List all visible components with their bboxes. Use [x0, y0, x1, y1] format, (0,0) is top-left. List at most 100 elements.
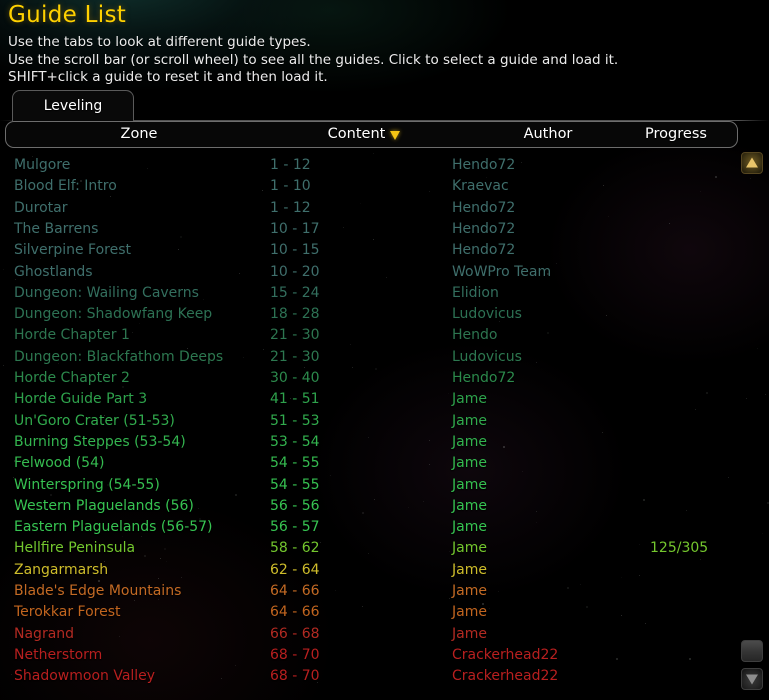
cell-author: Jame	[452, 476, 487, 493]
cell-author: Jame	[452, 540, 487, 557]
table-row[interactable]: Shadowmoon Valley 68 - 70 Crackerhead22	[0, 666, 733, 687]
cell-content: 41 - 51	[270, 391, 320, 408]
table-row[interactable]: Eastern Plaguelands (56-57) 56 - 57 Jame	[0, 517, 733, 538]
cell-zone: Ghostlands	[14, 263, 93, 280]
scroll-down-button[interactable]	[741, 668, 763, 690]
table-row[interactable]: Netherstorm 68 - 70 Crackerhead22	[0, 645, 733, 666]
table-row[interactable]: Felwood (54) 54 - 55 Jame	[0, 453, 733, 474]
cell-author: Jame	[452, 519, 487, 536]
cell-zone: Shadowmoon Valley	[14, 668, 156, 685]
chevron-down-icon	[390, 130, 401, 140]
cell-content: 54 - 55	[270, 476, 320, 493]
table-row[interactable]: Dungeon: Blackfathom Deeps 21 - 30 Ludovic…	[0, 347, 733, 368]
table-row[interactable]: Zangarmarsh 62 - 64 Jame	[0, 560, 733, 581]
cell-zone: Eastern Plaguelands (56-57)	[14, 519, 213, 536]
cell-zone: Dungeon: Blackfathom Deeps	[14, 348, 224, 365]
column-header-content-label: Content	[327, 126, 386, 142]
cell-author: Kraevac	[452, 178, 509, 195]
table-row[interactable]: Blood Elf: Intro 1 - 10 Kraevac	[0, 176, 733, 197]
cell-author: Hendo72	[452, 370, 516, 386]
cell-content: 54 - 55	[270, 455, 320, 472]
cell-zone: Hellfire Peninsula	[14, 540, 136, 557]
cell-author: Hendo72	[452, 242, 516, 259]
scrollbar-thumb[interactable]	[741, 640, 763, 662]
table-row[interactable]: Western Plaguelands (56) 56 - 56 Jame	[0, 496, 733, 517]
cell-zone: Felwood (54)	[14, 455, 105, 472]
cell-author: Jame	[452, 604, 487, 621]
cell-zone: Burning Steppes (53-54)	[14, 433, 186, 450]
instructions-text: Use the tabs to look at different guide …	[8, 34, 748, 87]
cell-content: 10 - 17	[270, 220, 320, 237]
table-row[interactable]: Horde Chapter 1 21 - 30 Hendo	[0, 325, 733, 346]
cell-zone: Un'Goro Crater (51-53)	[14, 412, 175, 429]
cell-zone: Dungeon: Shadowfang Keep	[14, 306, 213, 323]
cell-content: 58 - 62	[270, 540, 320, 557]
instruction-line-2: Use the scroll bar (or scroll wheel) to …	[8, 51, 619, 68]
cell-content: 1 - 12	[270, 199, 311, 216]
table-row[interactable]: Dungeon: Wailing Caverns 15 - 24 Elidion	[0, 283, 733, 304]
table-row[interactable]: Burning Steppes (53-54) 53 - 54 Jame	[0, 432, 733, 453]
table-row[interactable]: Un'Goro Crater (51-53) 51 - 53 Jame	[0, 411, 733, 432]
cell-content: 56 - 56	[270, 497, 320, 514]
cell-content: 18 - 28	[270, 306, 320, 323]
table-row[interactable]: Ghostlands 10 - 20 WoWPro Team	[0, 262, 733, 283]
cell-zone: Horde Chapter 2	[14, 370, 130, 386]
column-header-author[interactable]: Author	[476, 122, 620, 147]
table-row[interactable]: Mulgore 1 - 12 Hendo72	[0, 155, 733, 176]
cell-content: 62 - 64	[270, 561, 320, 578]
cell-content: 1 - 10	[270, 178, 311, 195]
cell-content: 10 - 15	[270, 242, 320, 259]
cell-content: 51 - 53	[270, 412, 320, 429]
instruction-line-3: SHIFT+click a guide to reset it and then…	[8, 69, 328, 85]
cell-author: Jame	[452, 391, 487, 408]
column-header-zone[interactable]: Zone	[30, 122, 248, 147]
cell-zone: Winterspring (54-55)	[14, 476, 160, 493]
cell-zone: Dungeon: Wailing Caverns	[14, 284, 199, 301]
instruction-line-1: Use the tabs to look at different guide …	[8, 34, 311, 50]
cell-content: 30 - 40	[270, 370, 320, 386]
table-row[interactable]: Horde Chapter 2 30 - 40 Hendo72	[0, 368, 733, 389]
cell-zone: Blood Elf: Intro	[14, 178, 117, 195]
table-row[interactable]: Blade's Edge Mountains 64 - 66 Jame	[0, 581, 733, 602]
column-header-bar: Zone Content Author Progress	[5, 121, 738, 148]
cell-author: Jame	[452, 625, 487, 642]
table-row[interactable]: Durotar 1 - 12 Hendo72	[0, 198, 733, 219]
cell-zone: Western Plaguelands (56)	[14, 497, 194, 514]
cell-zone: Nagrand	[14, 625, 75, 642]
table-row[interactable]: Nagrand 66 - 68 Jame	[0, 624, 733, 645]
column-header-content[interactable]: Content	[251, 122, 477, 147]
scroll-up-arrow-icon	[746, 157, 758, 168]
cell-content: 1 - 12	[270, 157, 311, 173]
column-header-progress[interactable]: Progress	[619, 122, 733, 147]
cell-zone: Silverpine Forest	[14, 242, 131, 259]
cell-author: WoWPro Team	[452, 263, 552, 280]
cell-content: 68 - 70	[270, 668, 320, 685]
table-row[interactable]: The Barrens 10 - 17 Hendo72	[0, 219, 733, 240]
cell-content: 21 - 30	[270, 348, 320, 365]
cell-content: 53 - 54	[270, 433, 320, 450]
table-row[interactable]: Terokkar Forest 64 - 66 Jame	[0, 602, 733, 623]
cell-author: Crackerhead22	[452, 668, 559, 685]
cell-author: Hendo72	[452, 199, 516, 216]
cell-progress: 125/305	[650, 540, 709, 557]
cell-zone: Netherstorm	[14, 646, 103, 663]
cell-author: Jame	[452, 455, 487, 472]
cell-content: 21 - 30	[270, 327, 320, 344]
table-row[interactable]: Winterspring (54-55) 54 - 55 Jame	[0, 475, 733, 496]
cell-author: Jame	[452, 497, 487, 514]
scroll-up-button[interactable]	[741, 152, 763, 174]
table-row[interactable]: Silverpine Forest 10 - 15 Hendo72	[0, 240, 733, 261]
cell-zone: Mulgore	[14, 157, 71, 173]
cell-zone: The Barrens	[14, 220, 99, 237]
cell-content: 66 - 68	[270, 625, 320, 642]
tab-leveling[interactable]: Leveling	[12, 90, 134, 121]
cell-zone: Terokkar Forest	[14, 604, 121, 621]
table-row[interactable]: Hellfire Peninsula 58 - 62 Jame 125/305	[0, 538, 733, 559]
cell-zone: Horde Guide Part 3	[14, 391, 148, 408]
table-row[interactable]: Dungeon: Shadowfang Keep 18 - 28 Ludovicus	[0, 304, 733, 325]
page-title: Guide List	[8, 2, 127, 28]
cell-author: Ludovicus	[452, 348, 522, 365]
cell-content: 68 - 70	[270, 646, 320, 663]
table-row[interactable]: Horde Guide Part 3 41 - 51 Jame	[0, 389, 733, 410]
cell-author: Elidion	[452, 284, 499, 301]
